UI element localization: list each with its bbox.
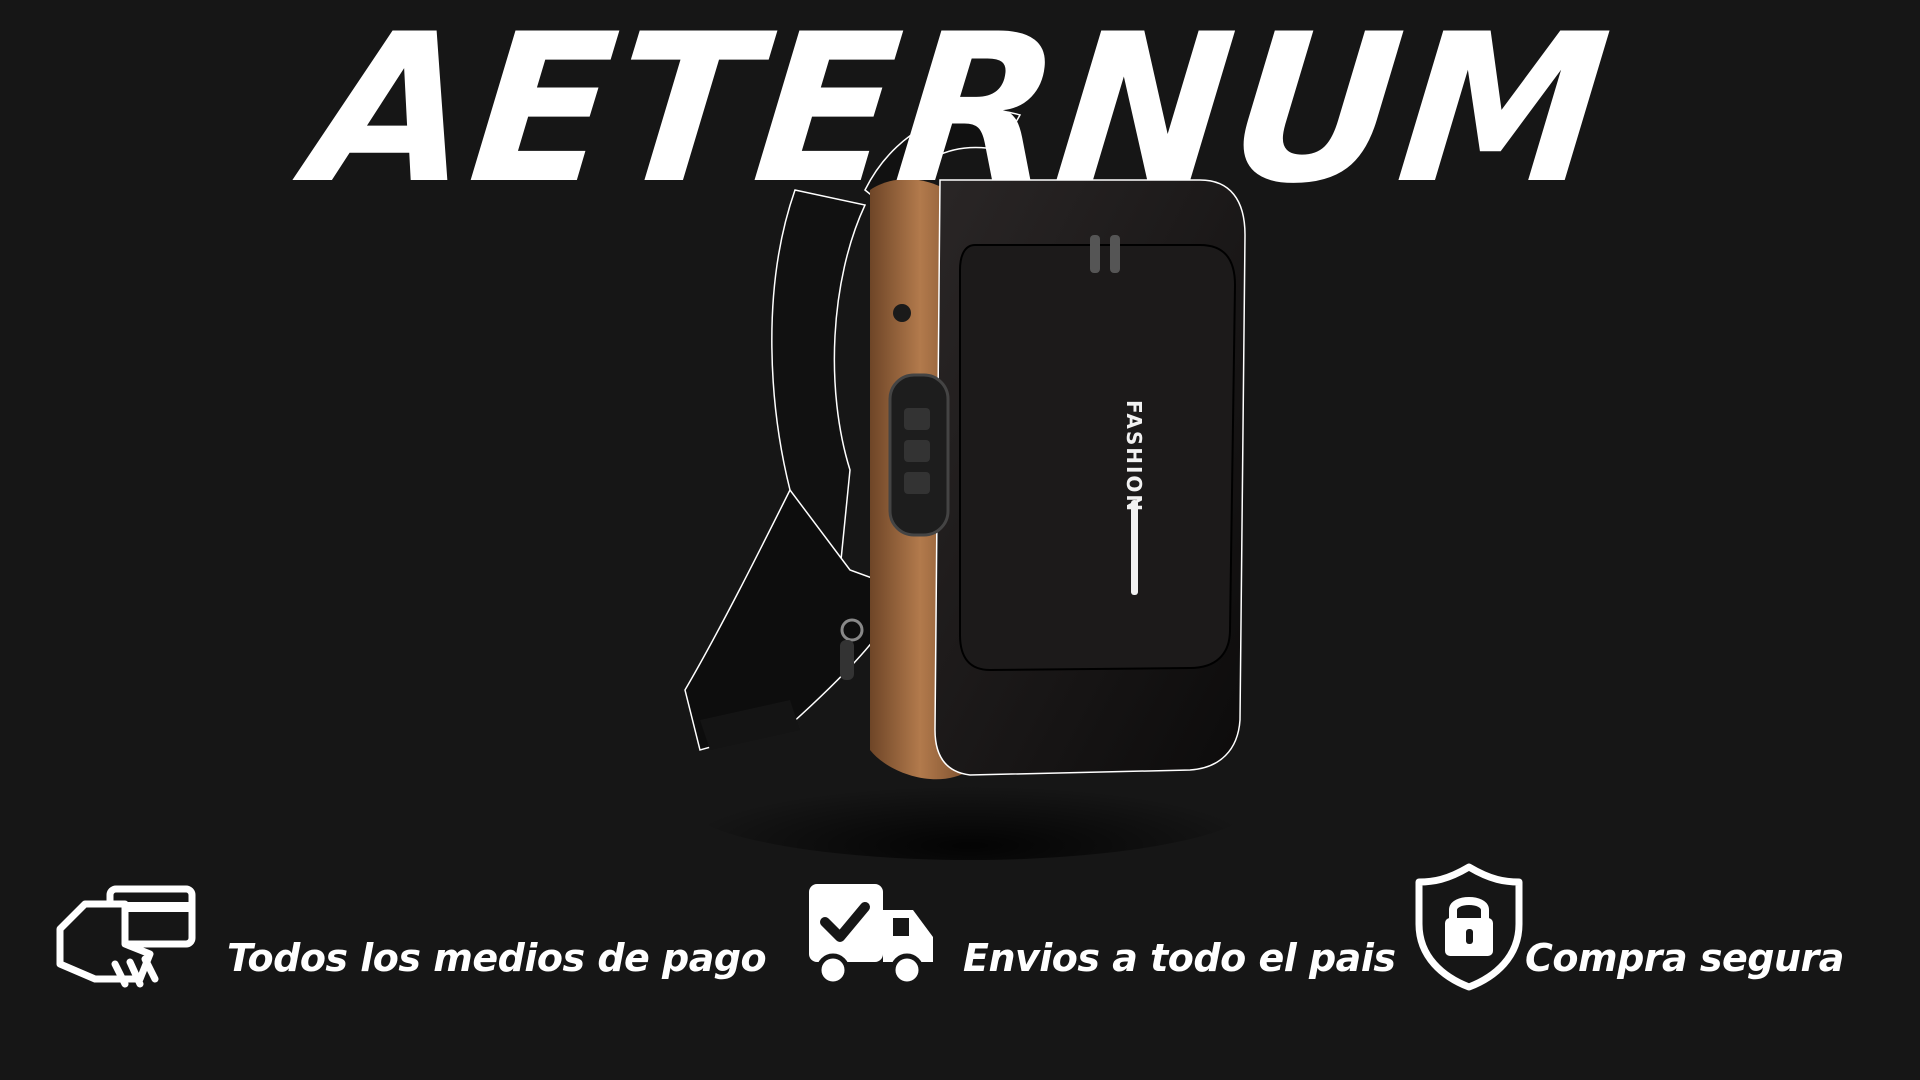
bag-print-text: FASHION <box>1122 400 1146 513</box>
delivery-truck-icon <box>809 884 933 987</box>
features-row: Todos los medios de pago Envios a todo e… <box>55 860 1875 1000</box>
feature-label: Todos los medios de pago <box>227 936 767 980</box>
brand-title: AETERNUM <box>0 0 1920 248</box>
secure-shield-lock-icon <box>1415 863 1523 991</box>
hero-banner: FASHION AETERNUM Todos los medios de pag… <box>0 0 1920 1080</box>
feature-label: Envios a todo el pais <box>963 936 1396 980</box>
feature-label: Compra segura <box>1525 936 1844 980</box>
brand-name: AETERNUM <box>300 0 1620 229</box>
card-payment-icon <box>56 885 196 988</box>
